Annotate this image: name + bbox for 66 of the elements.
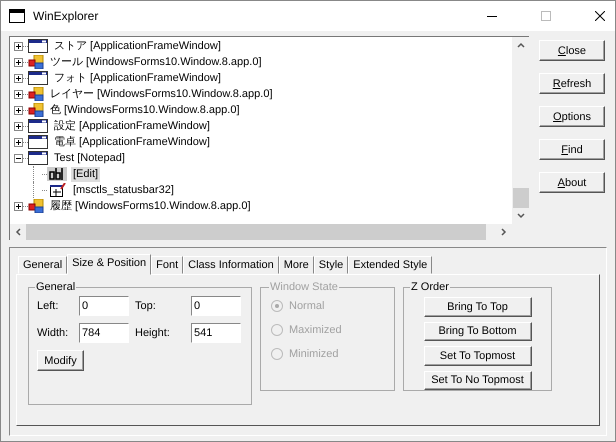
- close-icon[interactable]: [595, 11, 605, 21]
- forms-icon: [28, 199, 44, 213]
- window-icon: [28, 119, 48, 133]
- scrollbar-thumb[interactable]: [26, 224, 486, 240]
- tree-item[interactable]: 色 [WindowsForms10.Window.8.app.0]: [48, 102, 242, 118]
- expander-icon[interactable]: [14, 138, 23, 146]
- expander-icon[interactable]: [14, 90, 23, 98]
- window-icon: [28, 71, 48, 85]
- side-button[interactable]: Close: [539, 40, 605, 61]
- window-icon: [28, 135, 48, 149]
- scrollbar-thumb[interactable]: [512, 188, 528, 208]
- tree-item[interactable]: Test [Notepad]: [52, 150, 127, 166]
- field-label: Width:: [37, 327, 70, 339]
- input-field[interactable]: 0: [191, 296, 241, 316]
- tree-item[interactable]: 履歴 [WindowsForms10.Window.8.app.0]: [48, 198, 253, 214]
- group-title: General: [35, 281, 76, 293]
- tree-item[interactable]: [msctls_statusbar32]: [71, 182, 176, 198]
- app-icon: [9, 9, 25, 23]
- radio-label: Maximized: [289, 324, 342, 336]
- expander-icon[interactable]: [14, 74, 23, 82]
- z-order-button[interactable]: Bring To Top: [424, 297, 532, 316]
- tab[interactable]: Font: [151, 256, 184, 274]
- tree-item[interactable]: ストア [ApplicationFrameWindow]: [52, 38, 223, 54]
- side-button[interactable]: Find: [539, 139, 605, 160]
- expander-icon[interactable]: [14, 202, 23, 210]
- tree-item[interactable]: フォト [ApplicationFrameWindow]: [52, 70, 223, 86]
- field-label: Height:: [135, 327, 171, 339]
- tab[interactable]: Class Information: [183, 256, 279, 274]
- window-title: WinExplorer: [33, 9, 98, 23]
- forms-icon: [28, 55, 44, 69]
- tree-item[interactable]: [Edit]: [71, 166, 100, 182]
- window-icon: [28, 151, 48, 165]
- radio-label: Minimized: [289, 348, 339, 360]
- window-icon: [28, 39, 48, 53]
- forms-icon: [28, 87, 44, 101]
- expander-icon[interactable]: [14, 106, 23, 114]
- field-label: Top:: [135, 300, 157, 312]
- tab[interactable]: Style: [314, 256, 348, 274]
- group-title: Window State: [269, 281, 339, 293]
- z-order-button[interactable]: Set To Topmost: [424, 346, 532, 366]
- expander-icon[interactable]: [14, 122, 23, 130]
- text-field-icon: [47, 167, 67, 181]
- radio-label: Normal: [289, 300, 324, 312]
- tree-item[interactable]: 電卓 [ApplicationFrameWindow]: [52, 134, 212, 150]
- input-field[interactable]: 0: [79, 296, 129, 316]
- side-button[interactable]: Refresh: [539, 73, 605, 94]
- input-field[interactable]: 784: [79, 323, 129, 343]
- status-bar-icon: [47, 183, 67, 197]
- input-field[interactable]: 541: [191, 323, 241, 343]
- expander-icon[interactable]: [14, 42, 23, 50]
- z-order-button[interactable]: Bring To Bottom: [424, 322, 532, 341]
- group-title: Z Order: [410, 281, 450, 293]
- forms-icon: [28, 103, 44, 117]
- field-label: Left:: [37, 300, 60, 312]
- expander-icon[interactable]: [14, 154, 23, 162]
- side-button[interactable]: About: [539, 172, 605, 193]
- tree-item[interactable]: レイヤー [WindowsForms10.Window.8.app.0]: [48, 86, 275, 102]
- tree-item[interactable]: 設定 [ApplicationFrameWindow]: [52, 118, 212, 134]
- modify-button[interactable]: Modify: [37, 350, 84, 371]
- side-button[interactable]: Options: [539, 106, 605, 127]
- expander-icon[interactable]: [14, 58, 23, 66]
- tree-item[interactable]: ツール [WindowsForms10.Window.8.app.0]: [48, 54, 264, 70]
- z-order-button[interactable]: Set To No Topmost: [424, 370, 532, 390]
- tab[interactable]: Extended Style: [348, 256, 432, 274]
- tab[interactable]: Size & Position: [67, 254, 152, 275]
- tab[interactable]: More: [278, 256, 314, 274]
